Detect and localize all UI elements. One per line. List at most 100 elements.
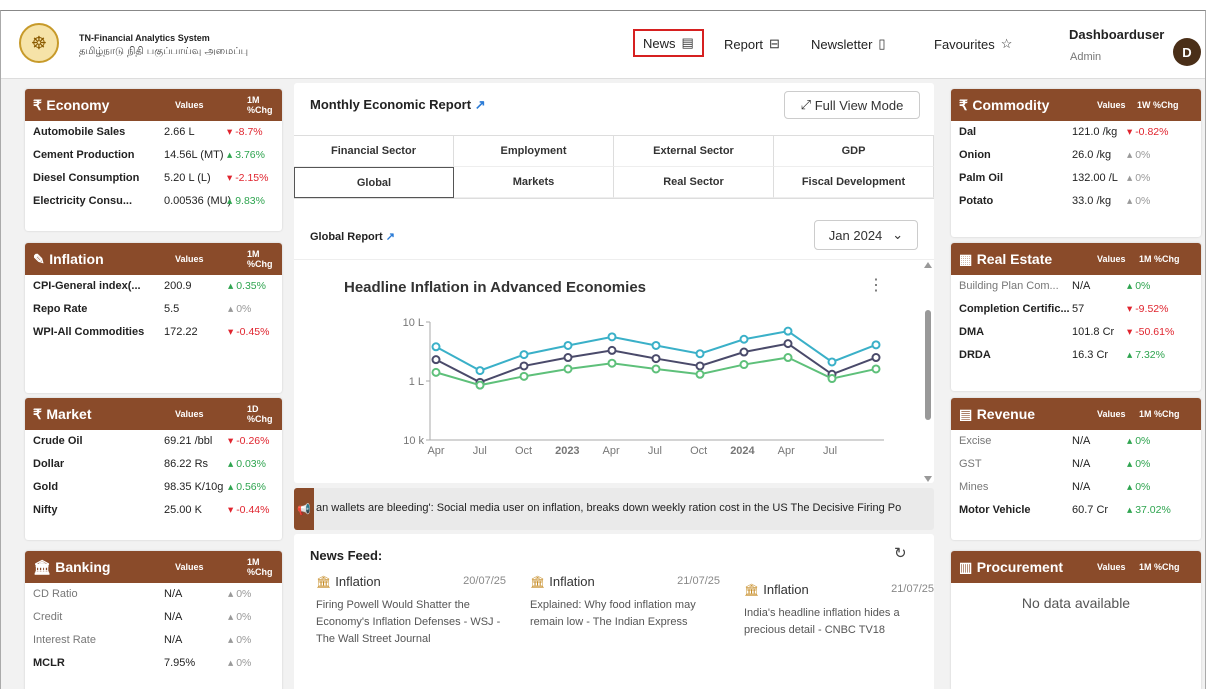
report-panel-title[interactable]: Monthly Economic Report ↗ [310, 97, 486, 113]
metric-value: 33.0 /kg [1072, 195, 1112, 207]
procurement-icon: ▥ [959, 558, 973, 575]
economy-card-title: Economy [46, 97, 110, 113]
realestate-row[interactable]: Completion Certific... 57 ▾ -9.52% [951, 298, 1201, 321]
metric-change: ▴ 0% [1127, 458, 1151, 470]
metric-value: 60.7 Cr [1072, 504, 1109, 516]
tab-markets[interactable]: Markets [454, 167, 614, 198]
metric-name: CD Ratio [33, 588, 78, 600]
metric-change: ▾ -8.7% [227, 126, 263, 138]
economy-row[interactable]: Cement Production 14.56L (MT) ▴ 3.76% [25, 144, 282, 167]
metric-change: ▴ 0% [1127, 481, 1151, 493]
tab-fiscal-development[interactable]: Fiscal Development [774, 167, 934, 198]
month-select[interactable]: Jan 2024 ⌄ [814, 220, 918, 250]
banking-card: 🏛 Banking Values 1M %Chg CD Ratio N/A ▴ 0% Cre… [25, 551, 282, 689]
revenue-row[interactable]: GST N/A ▴ 0% [951, 453, 1201, 476]
data-point [827, 357, 837, 367]
banking-row[interactable]: MCLR 7.95% ▴ 0% [25, 652, 282, 675]
market-row[interactable]: Gold 98.35 K/10g ▴ 0.56% [25, 476, 282, 499]
metric-name: Diesel Consumption [33, 172, 140, 184]
news-icon: ▤ [681, 35, 694, 50]
commodity-row[interactable]: Onion 26.0 /kg ▴ 0% [951, 144, 1201, 167]
banking-row[interactable]: CD Ratio N/A ▴ 0% [25, 583, 282, 606]
external-link-icon: ↗ [474, 97, 486, 112]
metric-change: ▴ 0.56% [228, 481, 266, 493]
realestate-row[interactable]: DRDA 16.3 Cr ▴ 7.32% [951, 344, 1201, 367]
economy-row[interactable]: Electricity Consu... 0.00536 (MU) ▴ 9.83% [25, 190, 282, 213]
revenue-row[interactable]: Excise N/A ▴ 0% [951, 430, 1201, 453]
news-category-label: Inflation [549, 574, 595, 589]
revenue-row[interactable]: Mines N/A ▴ 0% [951, 476, 1201, 499]
metric-change: ▴ 0% [1127, 435, 1151, 447]
data-point [695, 349, 705, 359]
metric-change: ▴ 0% [228, 303, 252, 315]
realestate-row[interactable]: DMA 101.8 Cr ▾ -50.61% [951, 321, 1201, 344]
data-point [475, 366, 485, 376]
market-row[interactable]: Crude Oil 69.21 /bbl ▾ -0.26% [25, 430, 282, 453]
metric-value: 14.56L (MT) [164, 149, 224, 161]
commodity-icon: ₹ [959, 96, 968, 113]
data-point [739, 347, 749, 357]
ticker-text[interactable]: an wallets are bleeding': Social media u… [316, 502, 901, 514]
metric-change: ▾ -2.15% [227, 172, 269, 184]
app-subtitle: தமிழ்நாடு நிதி பகுப்பாய்வு அமைப்பு [79, 46, 249, 57]
scroll-up-icon[interactable] [924, 262, 932, 268]
full-view-button[interactable]: ⤢ Full View Mode [784, 91, 920, 119]
commodity-card-title: Commodity [972, 97, 1050, 113]
bank-icon: 🏛 [530, 574, 546, 589]
x-tick-label: Jul [473, 445, 487, 457]
inflation-card-header: ✎ Inflation Values 1M %Chg [25, 243, 282, 275]
news-headline: Explained: Why food inflation may remain… [530, 599, 696, 628]
news-card[interactable]: 🏛 Inflation 20/07/25 Firing Powell Would Sh… [316, 574, 506, 648]
nav-report-label: Report [724, 36, 764, 52]
news-card[interactable]: 🏛 Inflation 21/07/25 India's headline infla… [744, 582, 934, 639]
news-card[interactable]: 🏛 Inflation 21/07/25 Explained: Why food in… [530, 574, 720, 631]
chart-title: Headline Inflation in Advanced Economies [344, 279, 646, 296]
metric-name: Automobile Sales [33, 126, 126, 138]
chart-scrollbar[interactable] [924, 260, 932, 484]
commodity-row[interactable]: Palm Oil 132.00 /L ▴ 0% [951, 167, 1201, 190]
scroll-thumb[interactable] [925, 310, 931, 420]
metric-value: N/A [164, 634, 183, 646]
tab-external-sector[interactable]: External Sector [614, 136, 774, 167]
nav-news[interactable]: News ▤ [633, 29, 704, 57]
commodity-row[interactable]: Dal 121.0 /kg ▾ -0.82% [951, 121, 1201, 144]
commodity-row[interactable]: Potato 33.0 /kg ▴ 0% [951, 190, 1201, 213]
nav-favourites[interactable]: Favourites ☆ [934, 36, 1012, 52]
tab-real-sector[interactable]: Real Sector [614, 167, 774, 198]
market-row[interactable]: Nifty 25.00 K ▾ -0.44% [25, 499, 282, 522]
metric-name: Dollar [33, 458, 65, 470]
inflation-row[interactable]: Repo Rate 5.5 ▴ 0% [25, 298, 282, 321]
banking-row[interactable]: Credit N/A ▴ 0% [25, 606, 282, 629]
economy-icon: ₹ [33, 96, 42, 113]
tab-employment[interactable]: Employment [454, 136, 614, 167]
banking-row[interactable]: Interest Rate N/A ▴ 0% [25, 629, 282, 652]
chevron-down-icon: ⌄ [892, 227, 904, 242]
nav-newsletter[interactable]: Newsletter ▯ [811, 36, 886, 52]
scroll-down-icon[interactable] [924, 476, 932, 482]
metric-name: WPI-All Commodities [33, 326, 145, 338]
metric-value: 7.95% [164, 657, 196, 669]
economy-row[interactable]: Automobile Sales 2.66 L ▾ -8.7% [25, 121, 282, 144]
revenue-row[interactable]: Motor Vehicle 60.7 Cr ▴ 37.02% [951, 499, 1201, 522]
tab-gdp[interactable]: GDP [774, 136, 934, 167]
inflation-row[interactable]: CPI-General index(... 200.9 ▴ 0.35% [25, 275, 282, 298]
avatar[interactable]: D [1173, 38, 1201, 66]
data-point [827, 374, 837, 384]
x-tick-label: Apr [427, 445, 444, 457]
news-ticker: 📢 an wallets are bleeding': Social media… [294, 488, 934, 530]
x-tick-label: Apr [778, 445, 795, 457]
tab-financial-sector[interactable]: Financial Sector [294, 136, 454, 167]
refresh-icon[interactable]: ↻ [894, 544, 907, 562]
market-row[interactable]: Dollar 86.22 Rs ▴ 0.03% [25, 453, 282, 476]
realestate-row[interactable]: Building Plan Com... N/A ▴ 0% [951, 275, 1201, 298]
metric-change: ▾ -0.45% [228, 326, 270, 338]
nav-report[interactable]: Report ⊟ [724, 36, 780, 52]
metric-name: Mines [959, 481, 989, 493]
global-report-title[interactable]: Global Report ↗ [310, 230, 395, 243]
nav-newsletter-label: Newsletter [811, 36, 873, 52]
economy-row[interactable]: Diesel Consumption 5.20 L (L) ▾ -2.15% [25, 167, 282, 190]
inflation-row[interactable]: WPI-All Commodities 172.22 ▾ -0.45% [25, 321, 282, 344]
kebab-menu-icon: ⋮ [868, 277, 884, 294]
tab-global[interactable]: Global [294, 167, 454, 198]
data-point [651, 364, 661, 374]
